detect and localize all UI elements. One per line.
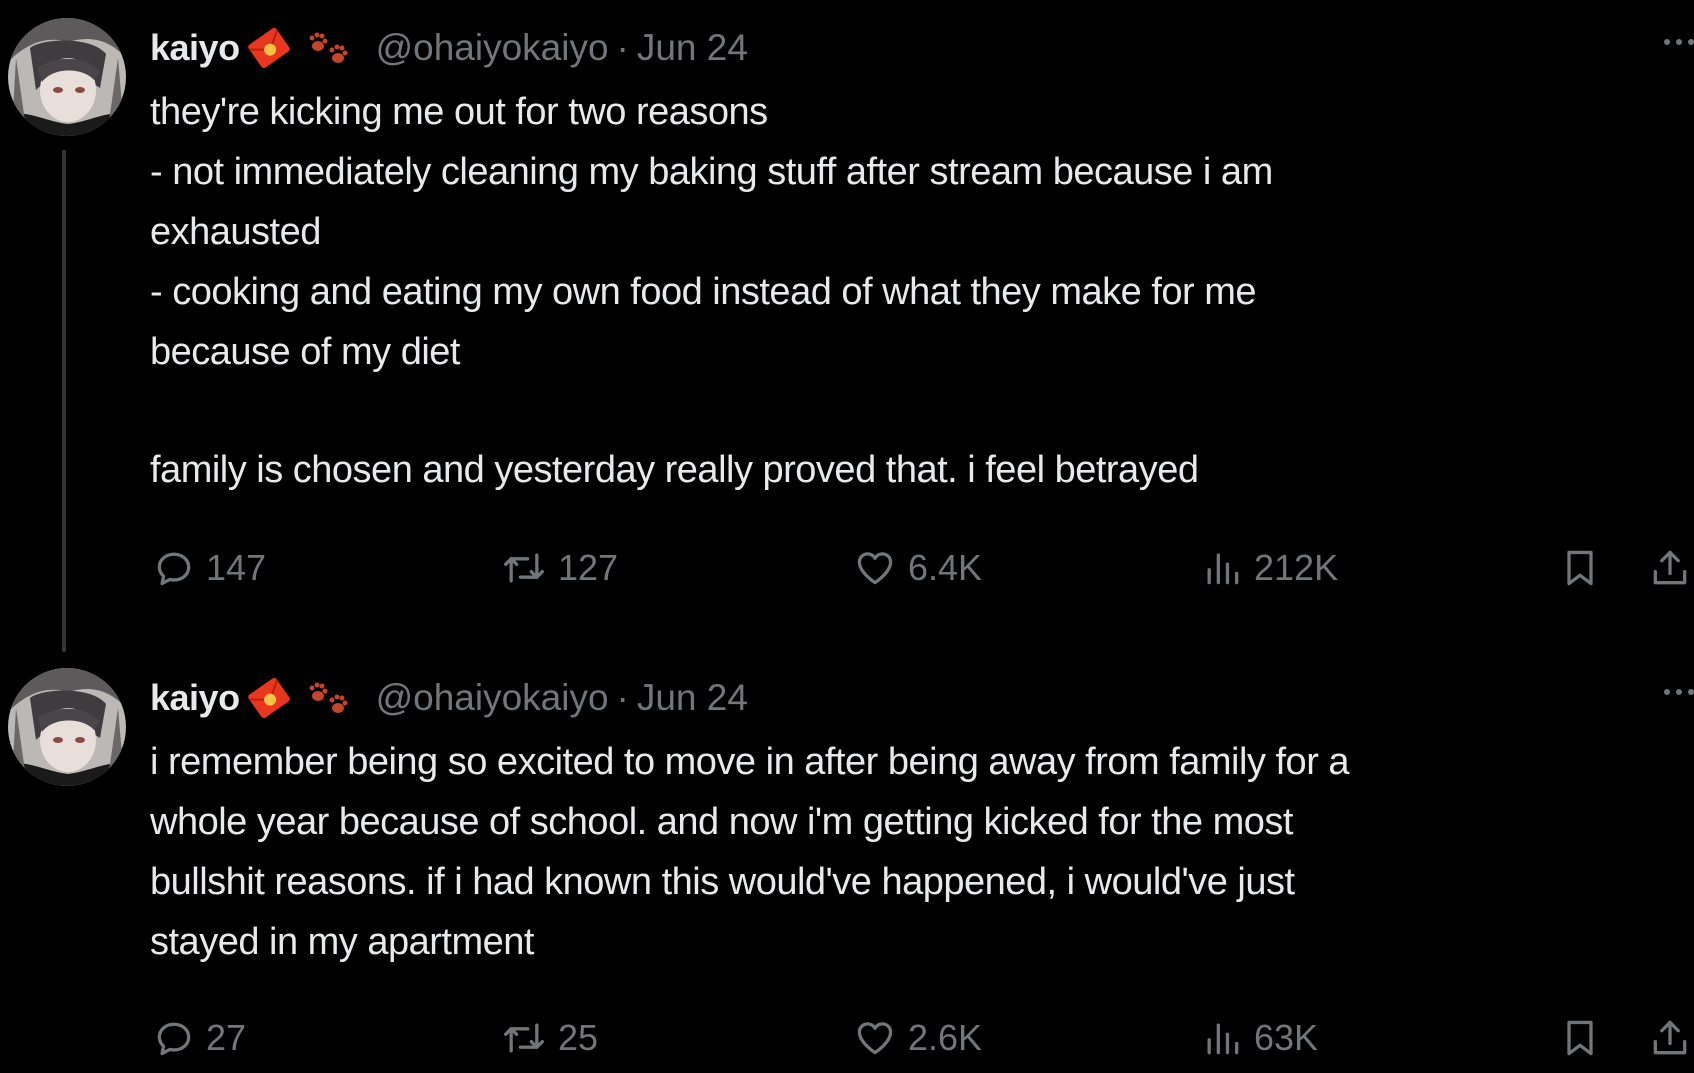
- tweet-text-line: - cooking and eating my own food instead…: [150, 271, 1257, 313]
- tweet-header: kaiyo @ohaiyokaiyo · Jun 24: [150, 672, 748, 724]
- like-button[interactable]: 6.4K: [852, 538, 982, 598]
- share-button[interactable]: [1648, 538, 1692, 598]
- tweet-text: they're kicking me out for two reasons -…: [150, 82, 1670, 500]
- views-button[interactable]: 63K: [1200, 1008, 1318, 1068]
- handle[interactable]: @ohaiyokaiyo: [376, 677, 609, 719]
- tweet-text: i remember being so excited to move in a…: [150, 732, 1670, 972]
- reply-count: 147: [206, 547, 267, 588]
- tweet-text-line: - not immediately cleaning my baking stu…: [150, 151, 1273, 193]
- bookmark-button[interactable]: [1558, 1008, 1602, 1068]
- more-icon[interactable]: [1648, 30, 1694, 54]
- bookmark-button[interactable]: [1558, 538, 1602, 598]
- retweet-button[interactable]: 25: [500, 1008, 598, 1068]
- paw-prints-icon: [306, 678, 354, 718]
- timestamp[interactable]: Jun 24: [637, 27, 748, 69]
- more-icon[interactable]: [1648, 680, 1694, 704]
- reply-button[interactable]: 147: [152, 538, 266, 598]
- tweet-text-line: stayed in my apartment: [150, 921, 534, 963]
- reply-button[interactable]: 27: [152, 1008, 246, 1068]
- retweet-icon: [500, 1016, 548, 1060]
- separator-dot: ·: [616, 27, 629, 68]
- views-count: 212K: [1254, 547, 1339, 588]
- separator-dot: ·: [616, 677, 629, 718]
- retweet-icon: [500, 546, 548, 590]
- share-icon: [1648, 1015, 1692, 1061]
- heart-icon: [852, 1016, 898, 1060]
- tweet-text-line: i remember being so excited to move in a…: [150, 741, 1350, 783]
- like-count: 2.6K: [908, 1017, 983, 1058]
- retweet-count: 127: [558, 547, 619, 588]
- timestamp[interactable]: Jun 24: [637, 677, 748, 719]
- tweet-text-line: family is chosen and yesterday really pr…: [150, 449, 1199, 491]
- red-envelope-badge-icon: [244, 678, 294, 718]
- handle[interactable]: @ohaiyokaiyo: [376, 27, 609, 69]
- heart-icon: [852, 546, 898, 590]
- reply-count: 27: [206, 1017, 247, 1058]
- tweet-text-line: whole year because of school. and now i'…: [150, 801, 1293, 843]
- views-icon: [1200, 1016, 1244, 1060]
- views-count: 63K: [1254, 1017, 1319, 1058]
- retweet-button[interactable]: 127: [500, 538, 618, 598]
- bookmark-icon: [1558, 545, 1602, 591]
- reply-icon: [152, 1016, 196, 1060]
- action-bar: 27 25 2.6K 63K: [0, 1008, 1694, 1068]
- tweet-text-line: they're kicking me out for two reasons: [150, 91, 768, 133]
- red-envelope-badge-icon: [244, 28, 294, 68]
- views-icon: [1200, 546, 1244, 590]
- tweet-text-line: because of my diet: [150, 331, 460, 373]
- retweet-count: 25: [558, 1017, 599, 1058]
- display-name[interactable]: kaiyo: [150, 27, 240, 69]
- like-button[interactable]: 2.6K: [852, 1008, 982, 1068]
- tweet-header: kaiyo @ohaiyokaiyo · Jun 24: [150, 22, 748, 74]
- tweet-1[interactable]: kaiyo @ohaiyokaiyo · Jun 24 they're kick…: [0, 0, 1694, 652]
- bookmark-icon: [1558, 1015, 1602, 1061]
- avatar[interactable]: [8, 668, 126, 786]
- reply-icon: [152, 546, 196, 590]
- avatar[interactable]: [8, 18, 126, 136]
- like-count: 6.4K: [908, 547, 983, 588]
- display-name[interactable]: kaiyo: [150, 677, 240, 719]
- tweet-text-line: exhausted: [150, 211, 321, 253]
- action-bar: 147 127 6.4K 212K: [0, 538, 1694, 598]
- tweet-text-line: bullshit reasons. if i had known this wo…: [150, 861, 1295, 903]
- views-button[interactable]: 212K: [1200, 538, 1338, 598]
- paw-prints-icon: [306, 28, 354, 68]
- share-icon: [1648, 545, 1692, 591]
- share-button[interactable]: [1648, 1008, 1692, 1068]
